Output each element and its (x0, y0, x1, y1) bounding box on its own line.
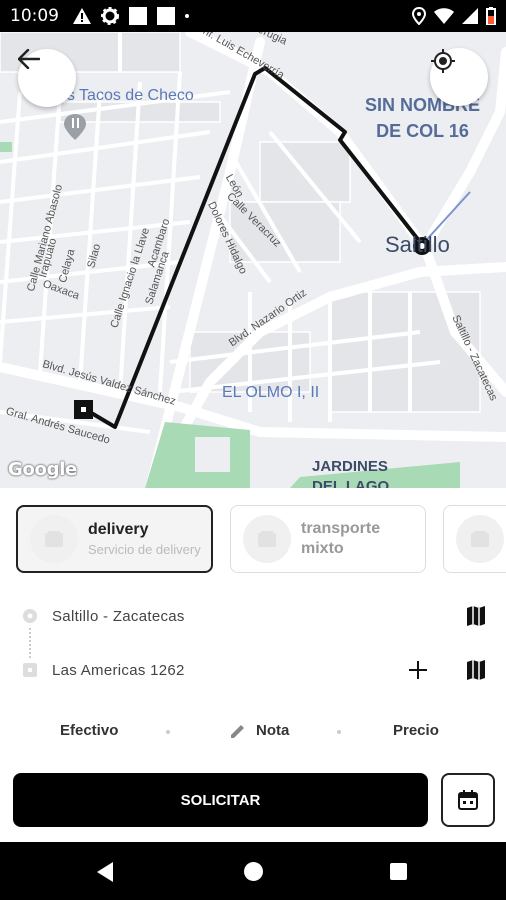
arrow-left-icon (18, 49, 40, 69)
location-icon (412, 7, 426, 25)
restaurant-pin-icon (64, 114, 86, 140)
service-card-delivery[interactable]: delivery Servicio de delivery (16, 505, 213, 573)
status-bar: 10:09 (0, 0, 506, 32)
nav-recents-icon[interactable] (389, 862, 408, 881)
back-button[interactable] (18, 49, 76, 107)
add-stop-icon[interactable] (406, 658, 430, 682)
status-time: 10:09 (10, 6, 59, 26)
origin-row[interactable]: Saltillo - Zacatecas (0, 596, 506, 636)
service-name: delivery (88, 521, 149, 538)
service-card[interactable] (443, 505, 506, 573)
warning-icon (73, 8, 91, 24)
service-icon (243, 515, 291, 563)
pencil-icon (231, 725, 244, 738)
map-label-neighborhood: JARDINES DEL LAGO (312, 458, 390, 488)
destination-address: Las Americas 1262 (52, 661, 185, 679)
separator-dot (166, 730, 170, 734)
notification-square-icon (129, 7, 147, 25)
signal-icon (462, 8, 478, 24)
origin-address: Saltillo - Zacatecas (52, 607, 185, 625)
google-logo: Google (8, 459, 77, 480)
options-row: Efectivo Nota Precio (0, 716, 506, 746)
service-icon (456, 515, 504, 563)
service-card-transporte-mixto[interactable]: transporte mixto (230, 505, 426, 573)
destination-row[interactable]: Las Americas 1262 (0, 650, 506, 690)
destination-square-icon (23, 663, 37, 677)
nav-back-icon[interactable] (95, 861, 115, 883)
origin-dot-icon (23, 609, 37, 623)
battery-icon (486, 7, 496, 25)
calendar-icon (458, 790, 478, 810)
service-name: transporte mixto (301, 520, 381, 557)
navigation-bar (0, 842, 506, 900)
image-placeholder-icon (45, 531, 63, 547)
map-icon[interactable] (464, 604, 488, 628)
wifi-icon (434, 8, 454, 24)
schedule-button[interactable] (441, 773, 495, 827)
separator-dot (337, 730, 341, 734)
image-placeholder-icon (471, 531, 489, 547)
more-notifications-icon (185, 14, 189, 18)
map-label-city: Saltillo (385, 232, 450, 257)
service-selector: delivery Servicio de delivery transporte… (16, 505, 506, 575)
map-label-neighborhood: EL OLMO I, II (222, 384, 320, 401)
map-view[interactable]: os Tacos de Checo SIN NOMBRE DE COL 16 S… (0, 32, 506, 488)
payment-method-button[interactable]: Efectivo (60, 722, 118, 739)
my-location-icon (431, 49, 455, 73)
image-placeholder-icon (258, 531, 276, 547)
note-button[interactable]: Nota (256, 722, 289, 739)
service-icon (30, 515, 78, 563)
service-description: Servicio de delivery (88, 542, 201, 557)
nav-home-icon[interactable] (243, 861, 264, 882)
price-button[interactable]: Precio (393, 722, 439, 739)
map-label-poi: os Tacos de Checo (58, 87, 194, 104)
map-icon[interactable] (464, 658, 488, 682)
gear-icon (101, 7, 119, 25)
request-button[interactable]: SOLICITAR (13, 773, 428, 827)
my-location-button[interactable] (430, 48, 488, 106)
notification-square-icon (157, 7, 175, 25)
